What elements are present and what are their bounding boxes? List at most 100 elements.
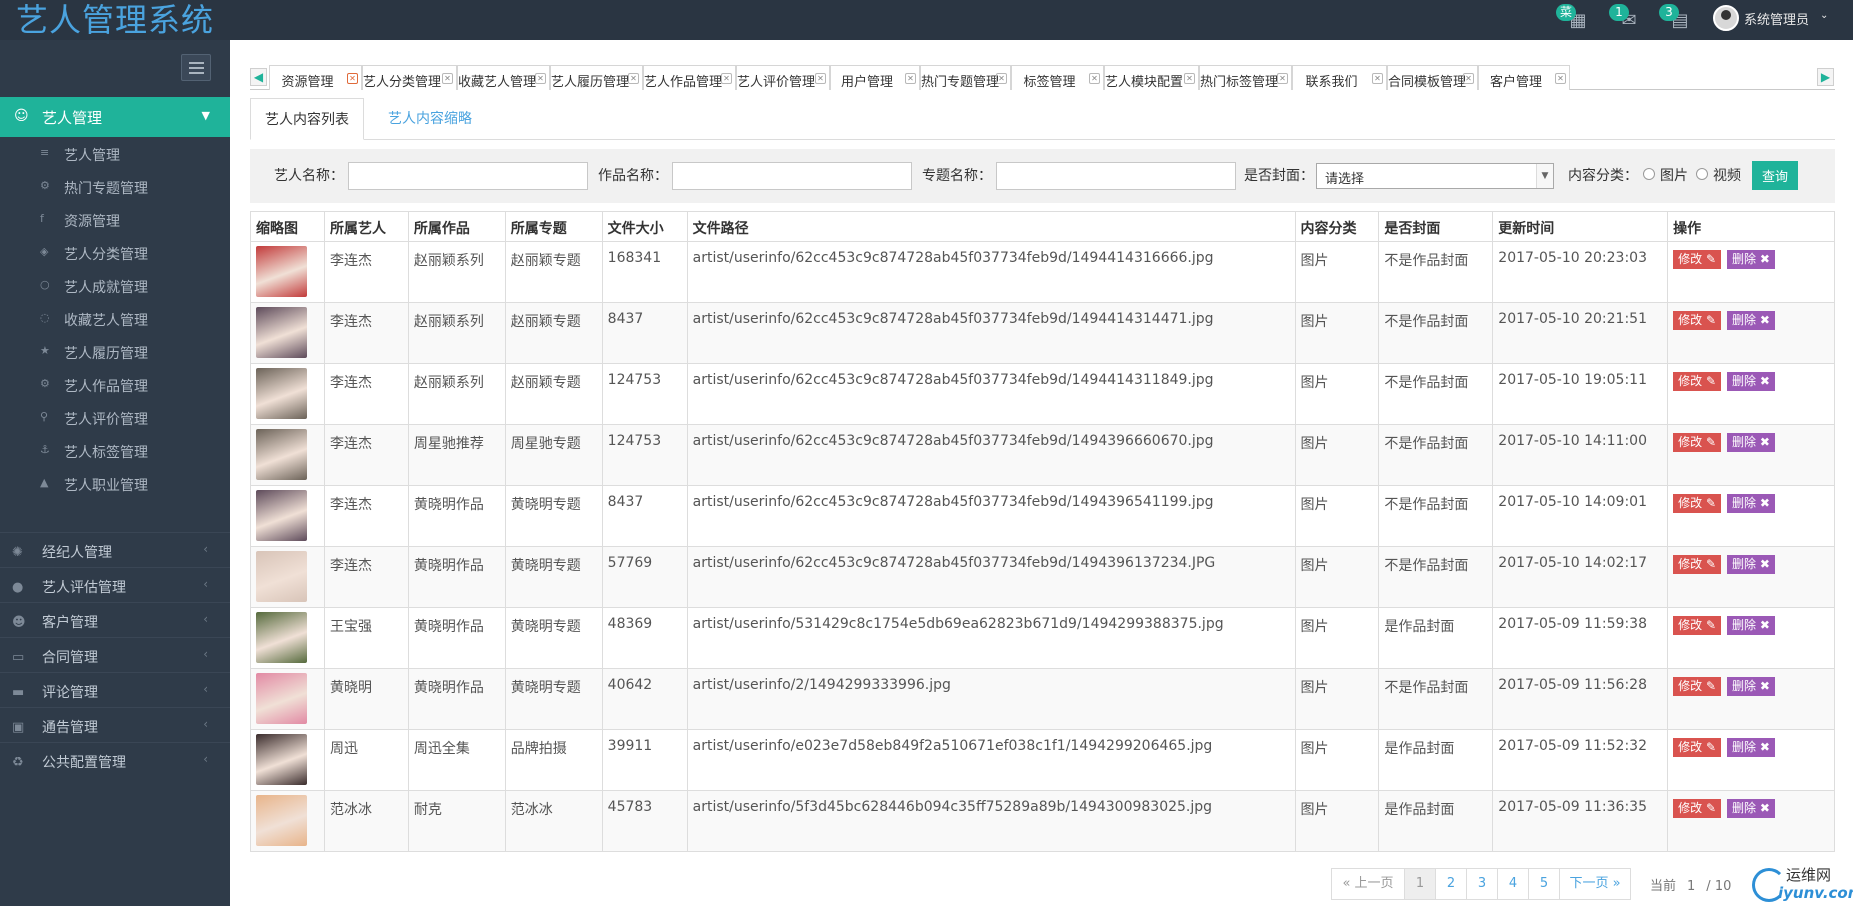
page-button[interactable]: 1 <box>1404 868 1436 900</box>
page-tab[interactable]: 客户管理 ✕ <box>1478 65 1570 90</box>
thumbnail-image[interactable] <box>256 734 307 785</box>
current-page-input[interactable]: 1 <box>1680 879 1702 894</box>
type-image-radio[interactable] <box>1643 168 1655 180</box>
delete-button[interactable]: 删除 ✖ <box>1727 494 1775 513</box>
sidebar-item[interactable]: ★ 艺人履历管理 <box>0 335 230 368</box>
delete-button[interactable]: 删除 ✖ <box>1727 799 1775 818</box>
close-icon[interactable]: ✕ <box>628 73 639 84</box>
edit-button[interactable]: 修改 ✎ <box>1673 799 1722 818</box>
close-icon[interactable]: ✕ <box>1463 73 1474 84</box>
close-icon[interactable]: ✕ <box>1555 73 1566 84</box>
delete-button[interactable]: 删除 ✖ <box>1727 738 1775 757</box>
page-tab[interactable]: 资源管理 ✕ <box>269 65 362 90</box>
close-icon[interactable]: ✕ <box>996 73 1007 84</box>
page-button[interactable]: 2 <box>1435 868 1467 900</box>
close-icon[interactable]: ✕ <box>347 73 358 84</box>
thumbnail-image[interactable] <box>256 490 307 541</box>
page-tab[interactable]: 合同模板管理 ✕ <box>1387 65 1478 90</box>
page-tab[interactable]: 标签管理 ✕ <box>1011 65 1104 90</box>
tab-content-thumbnails[interactable]: 艺人内容缩略 <box>374 98 486 140</box>
edit-button[interactable]: 修改 ✎ <box>1673 616 1722 635</box>
edit-button[interactable]: 修改 ✎ <box>1673 372 1722 391</box>
avatar[interactable] <box>1713 5 1739 31</box>
thumbnail-image[interactable] <box>256 429 307 480</box>
sidebar-group[interactable]: ● 艺人评估管理 ‹ <box>0 567 230 602</box>
thumbnail-image[interactable] <box>256 795 307 846</box>
page-tab[interactable]: 收藏艺人管理 ✕ <box>457 65 550 90</box>
page-tab[interactable]: 艺人评价管理 ✕ <box>736 65 830 90</box>
delete-button[interactable]: 删除 ✖ <box>1727 311 1775 330</box>
thumbnail-image[interactable] <box>256 368 307 419</box>
thumbnail-image[interactable] <box>256 307 307 358</box>
sidebar-group[interactable]: ✺ 经纪人管理 ‹ <box>0 532 230 567</box>
edit-button[interactable]: 修改 ✎ <box>1673 250 1722 269</box>
edit-button[interactable]: 修改 ✎ <box>1673 677 1722 696</box>
edit-button[interactable]: 修改 ✎ <box>1673 311 1722 330</box>
sidebar-group-artist-management[interactable]: ☺ 艺人管理 ▼ <box>0 97 230 137</box>
thumbnail-image[interactable] <box>256 673 307 724</box>
page-tab[interactable]: 艺人履历管理 ✕ <box>550 65 643 90</box>
sidebar-item[interactable]: ◈ 艺人分类管理 <box>0 236 230 269</box>
close-icon[interactable]: ✕ <box>1089 73 1100 84</box>
page-button[interactable]: 4 <box>1497 868 1529 900</box>
tab-scroll-right-icon[interactable]: ▶ <box>1817 68 1834 86</box>
page-tab[interactable]: 热门专题管理 ✕ <box>920 65 1011 90</box>
thumbnail-image[interactable] <box>256 551 307 602</box>
edit-button[interactable]: 修改 ✎ <box>1673 555 1722 574</box>
page-tab[interactable]: 艺人分类管理 ✕ <box>362 65 457 90</box>
chevron-down-icon[interactable]: ⌄ <box>1820 10 1828 21</box>
page-button[interactable]: 5 <box>1528 868 1560 900</box>
page-tab[interactable]: 艺人作品管理 ✕ <box>643 65 736 90</box>
thumbnail-image[interactable] <box>256 246 307 297</box>
cover-select[interactable]: 请选择 ▼ <box>1316 163 1554 189</box>
sidebar-item[interactable]: ⚓ 艺人标签管理 <box>0 434 230 467</box>
close-icon[interactable]: ✕ <box>442 73 453 84</box>
sidebar-item[interactable]: ○ 艺人成就管理 <box>0 269 230 302</box>
sidebar-group[interactable]: ☻ 客户管理 ‹ <box>0 602 230 637</box>
close-icon[interactable]: ✕ <box>1184 73 1195 84</box>
sidebar-toggle-button[interactable] <box>181 54 211 81</box>
next-page-button[interactable]: 下一页 » <box>1559 868 1631 900</box>
sidebar-item[interactable]: ⚙ 热门专题管理 <box>0 170 230 203</box>
sidebar-item[interactable]: f 资源管理 <box>0 203 230 236</box>
tab-scroll-left-icon[interactable]: ◀ <box>250 68 267 86</box>
user-name[interactable]: 系统管理员 <box>1744 9 1809 28</box>
close-icon[interactable]: ✕ <box>815 73 826 84</box>
close-icon[interactable]: ✕ <box>905 73 916 84</box>
delete-button[interactable]: 删除 ✖ <box>1727 555 1775 574</box>
sidebar-group[interactable]: ♻ 公共配置管理 ‹ <box>0 742 230 777</box>
edit-button[interactable]: 修改 ✎ <box>1673 738 1722 757</box>
topic-name-input[interactable] <box>996 162 1236 190</box>
sidebar-item[interactable]: ▲ 艺人职业管理 <box>0 467 230 500</box>
page-button[interactable]: 3 <box>1466 868 1498 900</box>
close-icon[interactable]: ✕ <box>1372 73 1383 84</box>
close-icon[interactable]: ✕ <box>721 73 732 84</box>
edit-button[interactable]: 修改 ✎ <box>1673 494 1722 513</box>
page-tab[interactable]: 热门标签管理 ✕ <box>1199 65 1292 90</box>
sidebar-group[interactable]: ▭ 合同管理 ‹ <box>0 637 230 672</box>
delete-button[interactable]: 删除 ✖ <box>1727 677 1775 696</box>
delete-button[interactable]: 删除 ✖ <box>1727 433 1775 452</box>
thumbnail-image[interactable] <box>256 612 307 663</box>
sidebar-group[interactable]: ▬ 评论管理 ‹ <box>0 672 230 707</box>
delete-button[interactable]: 删除 ✖ <box>1727 250 1775 269</box>
artist-name-input[interactable] <box>348 162 588 190</box>
delete-button[interactable]: 删除 ✖ <box>1727 616 1775 635</box>
sidebar-item[interactable]: ⚙ 艺人作品管理 <box>0 368 230 401</box>
type-video-radio[interactable] <box>1696 168 1708 180</box>
prev-page-button[interactable]: « 上一页 <box>1331 868 1405 900</box>
work-name-input[interactable] <box>672 162 912 190</box>
delete-button[interactable]: 删除 ✖ <box>1727 372 1775 391</box>
sidebar-item[interactable]: ⚲ 艺人评价管理 <box>0 401 230 434</box>
page-tab[interactable]: 联系我们 ✕ <box>1292 65 1387 90</box>
close-icon[interactable]: ✕ <box>1277 73 1288 84</box>
close-icon[interactable]: ✕ <box>535 73 546 84</box>
edit-button[interactable]: 修改 ✎ <box>1673 433 1722 452</box>
sidebar-item[interactable]: ◌ 收藏艺人管理 <box>0 302 230 335</box>
page-tab[interactable]: 艺人模块配置 ✕ <box>1104 65 1199 90</box>
query-button[interactable]: 查询 <box>1752 161 1798 190</box>
sidebar-item[interactable]: ≡ 艺人管理 <box>0 137 230 170</box>
sidebar-group[interactable]: ▣ 通告管理 ‹ <box>0 707 230 742</box>
page-tab[interactable]: 用户管理 ✕ <box>830 65 920 90</box>
tab-content-list[interactable]: 艺人内容列表 <box>250 98 364 140</box>
